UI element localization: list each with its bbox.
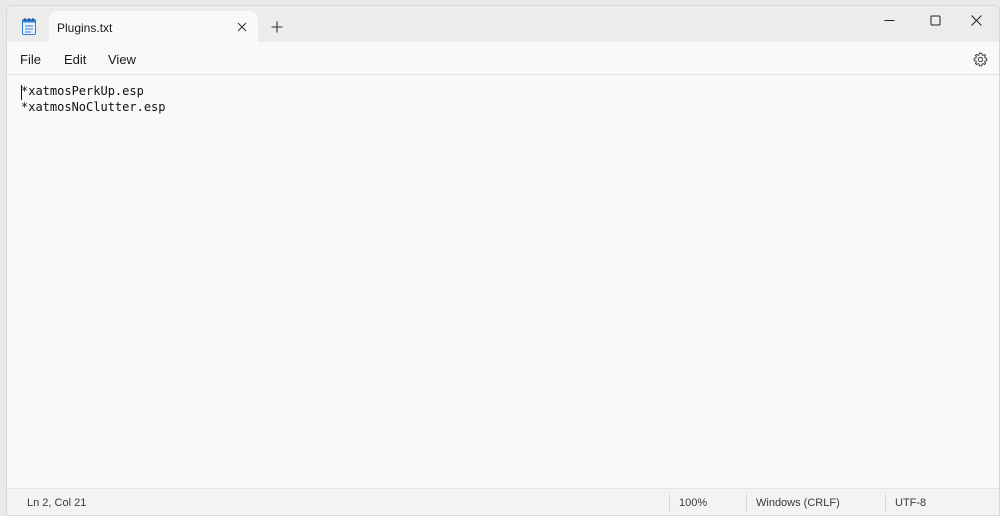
status-divider — [746, 494, 747, 511]
menu-view[interactable]: View — [105, 50, 139, 69]
status-divider — [885, 494, 886, 511]
menu-bar: File Edit View — [7, 42, 999, 75]
minimize-icon[interactable] — [869, 6, 910, 34]
status-divider — [669, 494, 670, 511]
zoom-level[interactable]: 100% — [679, 497, 707, 509]
title-bar[interactable]: Plugins.txt — [7, 6, 999, 42]
settings-gear-icon[interactable] — [971, 50, 989, 68]
text-editor[interactable]: *xatmosPerkUp.esp *xatmosNoClutter.esp — [7, 76, 999, 486]
encoding[interactable]: UTF-8 — [895, 497, 926, 509]
tab-close-icon[interactable] — [232, 17, 252, 37]
maximize-icon[interactable] — [915, 6, 956, 34]
notepad-icon — [21, 17, 37, 35]
menu-edit[interactable]: Edit — [61, 50, 89, 69]
new-tab-plus-icon[interactable] — [265, 17, 289, 37]
editor-line: *xatmosPerkUp.esp — [21, 84, 144, 98]
cursor-position: Ln 2, Col 21 — [27, 497, 87, 509]
document-tab[interactable]: Plugins.txt — [49, 11, 258, 42]
window-close-icon[interactable] — [956, 6, 997, 34]
line-ending[interactable]: Windows (CRLF) — [756, 497, 840, 509]
status-bar: Ln 2, Col 21 100% Windows (CRLF) UTF-8 — [7, 488, 999, 515]
tab-title: Plugins.txt — [57, 21, 113, 35]
menu-file[interactable]: File — [17, 50, 44, 69]
editor-line: *xatmosNoClutter.esp — [21, 100, 166, 114]
notepad-window: Plugins.txt File Edit View *xatmosPerkUp… — [6, 5, 1000, 516]
